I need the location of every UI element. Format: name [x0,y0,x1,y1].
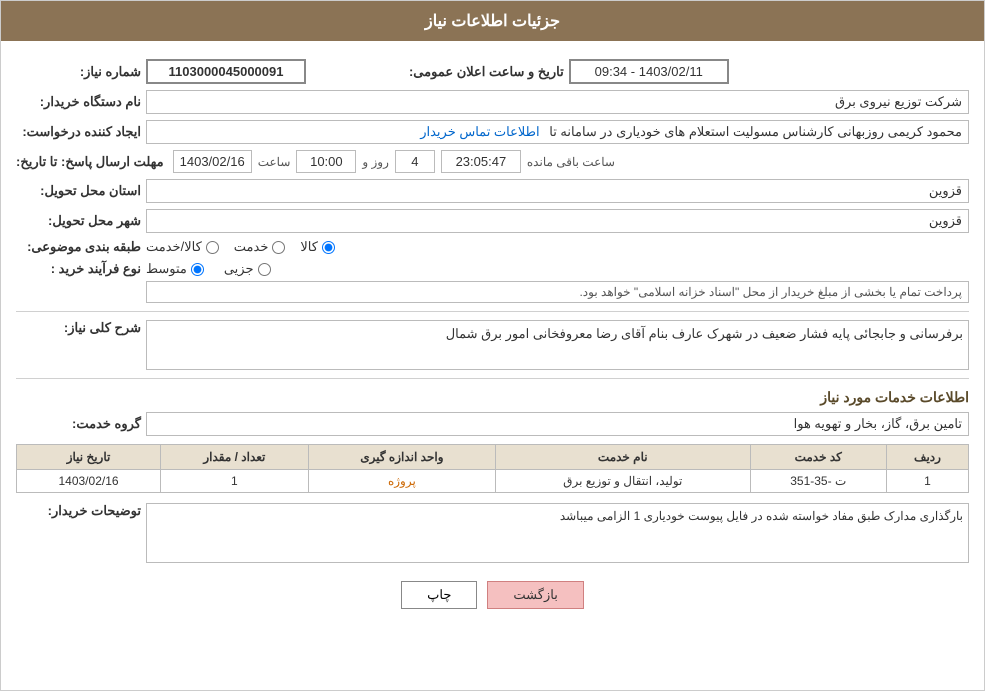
process-motavaset: متوسط [146,261,204,277]
col-service-code: کد خدمت [750,445,886,470]
buyer-org-label: نام دستگاه خریدار: [16,94,146,110]
cell-service-code: ت -35-351 [750,470,886,493]
process-jozi: جزیی [224,261,271,277]
divider-2 [16,378,969,379]
delivery-province-label: استان محل تحویل: [16,183,146,199]
process-options-container: متوسط جزیی پرداخت تمام یا بخشی از مبلغ خ… [146,261,969,303]
page-title: جزئیات اطلاعات نیاز [1,1,984,41]
category-kala: کالا [300,239,335,255]
col-unit: واحد اندازه گیری [308,445,495,470]
deadline-days: 4 [395,150,435,173]
process-note: پرداخت تمام یا بخشی از مبلغ خریدار از مح… [146,281,969,303]
cell-row-num: 1 [886,470,968,493]
process-type-label: نوع فرآیند خرید : [16,261,146,277]
need-number-value: 1103000045000091 [146,59,306,84]
category-radio-kala-khedmat[interactable] [206,241,219,254]
deadline-label: مهلت ارسال پاسخ: تا تاریخ: [16,154,169,170]
services-header: اطلاعات خدمات مورد نیاز [16,389,969,406]
services-table: ردیف کد خدمت نام خدمت واحد اندازه گیری ت… [16,444,969,493]
announcement-value: 1403/02/11 - 09:34 [569,59,729,84]
delivery-city-label: شهر محل تحویل: [16,213,146,229]
deadline-date: 1403/02/16 [173,150,252,173]
description-label: شرح کلی نیاز: [16,320,146,336]
table-row: 1 ت -35-351 تولید، انتقال و توزیع برق پر… [17,470,969,493]
creator-label: ایجاد کننده درخواست: [16,124,146,140]
category-label: طبقه بندی موضوعی: [16,239,146,255]
services-section: اطلاعات خدمات مورد نیاز گروه خدمت: تامین… [16,389,969,493]
process-radio-jozi[interactable] [258,263,271,276]
action-buttons: بازگشت چاپ [16,571,969,619]
need-number-label: شماره نیاز: [16,64,146,80]
col-row-num: ردیف [886,445,968,470]
creator-contact-link[interactable]: اطلاعات تماس خریدار [420,124,539,139]
category-radio-kala[interactable] [322,241,335,254]
cell-unit: پروژه [308,470,495,493]
delivery-province-value: قزوین [146,179,969,203]
cell-quantity: 1 [161,470,309,493]
divider-1 [16,311,969,312]
category-options: کالا/خدمت خدمت کالا [146,239,335,255]
print-button[interactable]: چاپ [401,581,477,609]
delivery-city-value: قزوین [146,209,969,233]
deadline-remaining-label: ساعت باقی مانده [527,155,615,169]
buyer-notes-label: توضیحات خریدار: [16,503,146,519]
service-group-value: تامین برق، گاز، بخار و تهویه هوا [146,412,969,436]
deadline-time: 10:00 [296,150,356,173]
description-value: برفرسانی و جابجائی پایه فشار ضعیف در شهر… [146,320,969,370]
process-radio-motavaset[interactable] [191,263,204,276]
category-khedmat: خدمت [234,239,286,255]
cell-service-name: تولید، انتقال و توزیع برق [496,470,750,493]
deadline-time-label: ساعت [258,155,291,169]
category-radio-khedmat[interactable] [272,241,285,254]
buyer-org-value: شرکت توزیع نیروی برق [146,90,969,114]
service-group-label: گروه خدمت: [16,416,146,432]
announcement-label: تاریخ و ساعت اعلان عمومی: [409,64,569,80]
buyer-notes-value: بارگذاری مدارک طبق مفاد خواسته شده در فا… [146,503,969,563]
col-date: تاریخ نیاز [17,445,161,470]
cell-date: 1403/02/16 [17,470,161,493]
category-kala-khedmat: کالا/خدمت [146,239,219,255]
deadline-day-label: روز و [362,155,389,169]
col-service-name: نام خدمت [496,445,750,470]
creator-value: محمود کریمی روزبهانی کارشناس مسولیت استع… [146,120,969,144]
deadline-remaining: 23:05:47 [441,150,521,173]
col-quantity: تعداد / مقدار [161,445,309,470]
back-button[interactable]: بازگشت [487,581,583,609]
